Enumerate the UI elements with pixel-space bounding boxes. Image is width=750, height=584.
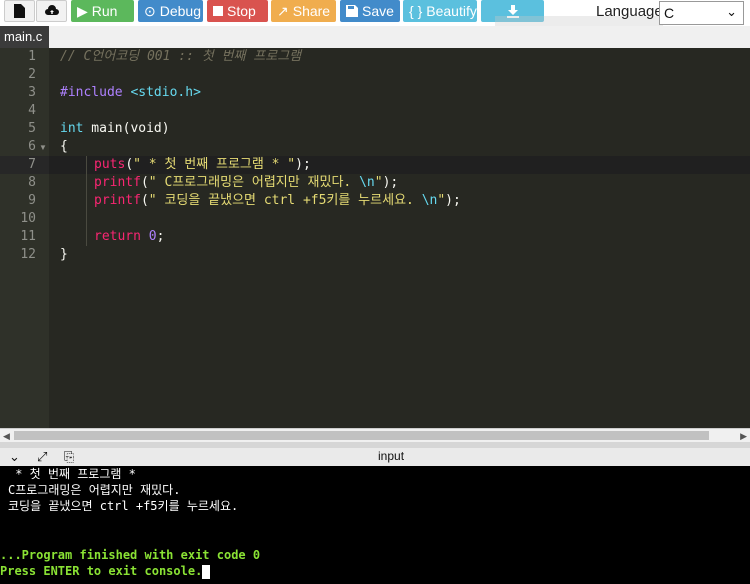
stop-label: Stop <box>227 3 256 19</box>
paren: ( <box>125 157 134 172</box>
string-literal: " * 첫 번째 프로그램 * " <box>133 157 296 172</box>
string-literal: " 코딩을 끝냈으면 ctrl +f5키를 누르세요. <box>148 193 422 208</box>
function-name: printf <box>94 193 141 208</box>
open-brace: { <box>60 139 68 154</box>
preprocessor: #include <box>60 85 123 100</box>
upload-button[interactable] <box>36 0 67 22</box>
file-tabs: main.c <box>0 26 750 49</box>
line-number: 6 <box>28 139 36 154</box>
language-label: Language <box>596 3 663 20</box>
number-literal: 0 <box>148 229 157 244</box>
line-number: 3 <box>28 85 36 100</box>
input-label[interactable]: input <box>378 449 404 463</box>
paren: ( <box>140 193 149 208</box>
scrollbar-thumb[interactable] <box>14 431 709 440</box>
escape-sequence: \n <box>421 193 438 208</box>
exit-status: ...Program finished with exit code 0 <box>0 548 261 562</box>
press-enter-text: Press ENTER to exit console. <box>0 564 203 578</box>
escape-sequence: \n <box>359 175 375 190</box>
scroll-right-icon[interactable]: ▶ <box>740 429 747 443</box>
indent-guide <box>86 156 87 246</box>
code-line-include: #include <stdio.h> <box>60 84 201 102</box>
share-icon: ↗ <box>277 3 289 19</box>
terminal-cursor <box>202 564 211 579</box>
header-name: <stdio.h> <box>130 85 201 100</box>
paren: ); <box>382 175 399 190</box>
paren: ); <box>445 193 461 208</box>
tab-main-c[interactable]: main.c <box>0 26 49 48</box>
chevron-down-icon[interactable]: ⌄ <box>9 449 20 465</box>
language-value: C <box>664 5 675 21</box>
string-literal: " C프로그래밍은 어렵지만 재밌다. <box>148 175 360 190</box>
braces-icon: { } <box>409 3 423 19</box>
code-line-puts: puts(" * 첫 번째 프로그램 * "); <box>94 156 311 174</box>
line-number: 11 <box>20 229 36 244</box>
string-end: " <box>437 193 446 208</box>
console-line: C프로그래밍은 어렵지만 재밌다. <box>8 483 181 497</box>
line-number: 12 <box>20 247 36 262</box>
debug-label: Debug <box>159 3 201 19</box>
line-number: 5 <box>28 121 36 136</box>
line-number: 4 <box>28 103 36 118</box>
debug-button[interactable]: ⊙ Debug <box>138 0 203 22</box>
code-line-printf-1: printf(" C프로그래밍은 어렵지만 재밌다. \n"); <box>94 174 398 192</box>
function-name: puts <box>94 157 126 172</box>
save-icon <box>346 5 358 17</box>
upload-icon <box>44 5 59 15</box>
save-button[interactable]: Save <box>340 0 400 22</box>
close-brace: } <box>60 247 68 262</box>
paren: ); <box>295 157 311 172</box>
stop-icon <box>213 6 223 16</box>
run-button[interactable]: ▶ Run <box>71 0 134 22</box>
code-line-return: return 0; <box>94 228 164 246</box>
code-comment: // C언어코딩 001 :: 첫 번째 프로그램 <box>60 49 302 64</box>
press-enter-line: Press ENTER to exit console. <box>0 563 211 579</box>
share-button[interactable]: ↗ Share <box>271 0 336 22</box>
semicolon: ; <box>156 229 165 244</box>
copy-icon[interactable]: ⎘ <box>64 449 74 465</box>
new-file-button[interactable] <box>4 0 35 22</box>
console-output[interactable]: * 첫 번째 프로그램 * C프로그래밍은 어렵지만 재밌다. 코딩을 끝냈으면… <box>0 466 750 584</box>
code-line-printf-2: printf(" 코딩을 끝냈으면 ctrl +f5키를 누르세요. \n"); <box>94 192 461 210</box>
console-toolbar: ⌄ ⤢ ⎘ input <box>0 448 750 467</box>
line-number: 9 <box>28 193 36 208</box>
main-signature: main(void) <box>83 121 170 136</box>
code-line-main: int main(void) <box>60 120 170 138</box>
code-editor[interactable]: 1 2 3 4 5 6 ▼ 7 8 9 10 11 12 // C언어코딩 00… <box>0 48 750 428</box>
language-select[interactable]: C ⌄ <box>659 1 744 25</box>
paren: ( <box>140 175 149 190</box>
horizontal-scrollbar[interactable]: ◀ ▶ <box>0 428 750 443</box>
fold-arrow-icon[interactable]: ▼ <box>39 143 47 152</box>
console-line: 코딩을 끝냈으면 ctrl +f5키를 누르세요. <box>8 499 239 513</box>
chevron-down-icon: ⌄ <box>726 4 737 19</box>
line-number: 8 <box>28 175 36 190</box>
debug-icon: ⊙ <box>144 3 156 19</box>
beautify-label: Beautify <box>426 3 477 19</box>
return-keyword: return <box>94 229 141 244</box>
beautify-button[interactable]: { } Beautify <box>403 0 477 22</box>
stop-button[interactable]: Stop <box>207 0 268 22</box>
line-number: 7 <box>28 157 36 172</box>
expand-icon[interactable]: ⤢ <box>37 449 47 465</box>
line-number: 10 <box>20 211 36 226</box>
share-label: Share <box>292 3 331 19</box>
file-icon <box>14 4 25 18</box>
play-icon: ▶ <box>77 3 88 19</box>
run-label: Run <box>91 3 118 19</box>
function-name: printf <box>94 175 141 190</box>
line-number: 1 <box>28 49 36 64</box>
string-end: " <box>374 175 383 190</box>
scroll-left-icon[interactable]: ◀ <box>3 429 10 443</box>
console-line: * 첫 번째 프로그램 * <box>8 467 136 481</box>
line-number: 2 <box>28 67 36 82</box>
toolbar: ▶ Run ⊙ Debug Stop ↗ Share Save { } Beau… <box>0 0 750 36</box>
save-label: Save <box>362 3 394 19</box>
type-keyword: int <box>60 121 84 136</box>
